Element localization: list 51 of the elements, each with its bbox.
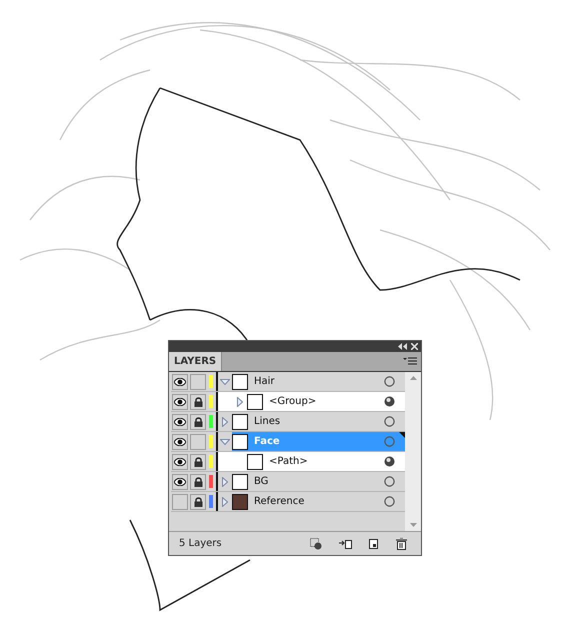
lock-toggle[interactable] xyxy=(190,494,206,510)
expanded-triangle-icon[interactable] xyxy=(220,438,230,444)
eye-icon xyxy=(174,378,186,386)
eye-icon xyxy=(174,458,186,466)
visibility-toggle[interactable] xyxy=(172,414,188,430)
layer-row[interactable]: Reference xyxy=(232,492,405,511)
layer-count: 5 Layers xyxy=(179,537,223,551)
panel-menu-icon[interactable] xyxy=(403,357,417,365)
visibility-toggle[interactable] xyxy=(172,374,188,390)
target-circle-icon[interactable] xyxy=(384,416,395,427)
collapsed-triangle-icon[interactable] xyxy=(222,416,228,426)
lock-toggle[interactable] xyxy=(190,414,206,430)
close-icon[interactable] xyxy=(411,343,418,350)
visibility-toggle[interactable] xyxy=(172,474,188,490)
lock-toggle[interactable] xyxy=(190,374,206,390)
target-circle-icon[interactable] xyxy=(384,436,395,447)
trash-icon[interactable] xyxy=(396,538,407,550)
collapsed-triangle-icon[interactable] xyxy=(222,476,228,486)
layer-row[interactable]: Lines xyxy=(232,412,405,431)
eye-icon xyxy=(174,438,186,446)
eye-icon xyxy=(174,478,186,486)
visibility-toggle[interactable] xyxy=(172,394,188,410)
visibility-toggle[interactable] xyxy=(172,454,188,470)
lock-icon xyxy=(194,497,202,507)
visibility-toggle[interactable] xyxy=(172,494,188,510)
layers-tab[interactable]: LAYERS xyxy=(169,352,222,371)
eye-icon xyxy=(174,398,186,406)
visibility-toggle[interactable] xyxy=(172,434,188,450)
collapse-icon[interactable] xyxy=(398,343,407,350)
clipping-mask-icon[interactable] xyxy=(310,538,322,550)
new-sublayer-icon[interactable] xyxy=(339,538,352,550)
target-sphere-icon[interactable] xyxy=(384,456,395,467)
lock-icon xyxy=(194,477,202,487)
lock-toggle[interactable] xyxy=(190,394,206,410)
lock-icon xyxy=(194,457,202,467)
target-circle-icon[interactable] xyxy=(384,476,395,487)
collapsed-triangle-icon[interactable] xyxy=(222,496,228,506)
lock-toggle[interactable] xyxy=(190,474,206,490)
lock-toggle[interactable] xyxy=(190,434,206,450)
target-circle-icon[interactable] xyxy=(384,496,395,507)
target-circle-icon[interactable] xyxy=(384,376,395,387)
lock-icon xyxy=(194,397,202,407)
eye-icon xyxy=(174,418,186,426)
target-sphere-icon[interactable] xyxy=(384,396,395,407)
layer-row[interactable]: Hair xyxy=(232,372,405,391)
collapsed-triangle-icon[interactable] xyxy=(237,396,243,406)
new-layer-icon[interactable] xyxy=(369,538,379,548)
lock-toggle[interactable] xyxy=(190,454,206,470)
expanded-triangle-icon[interactable] xyxy=(220,378,230,384)
layer-row[interactable]: BG xyxy=(232,472,405,491)
lock-icon xyxy=(194,417,202,427)
